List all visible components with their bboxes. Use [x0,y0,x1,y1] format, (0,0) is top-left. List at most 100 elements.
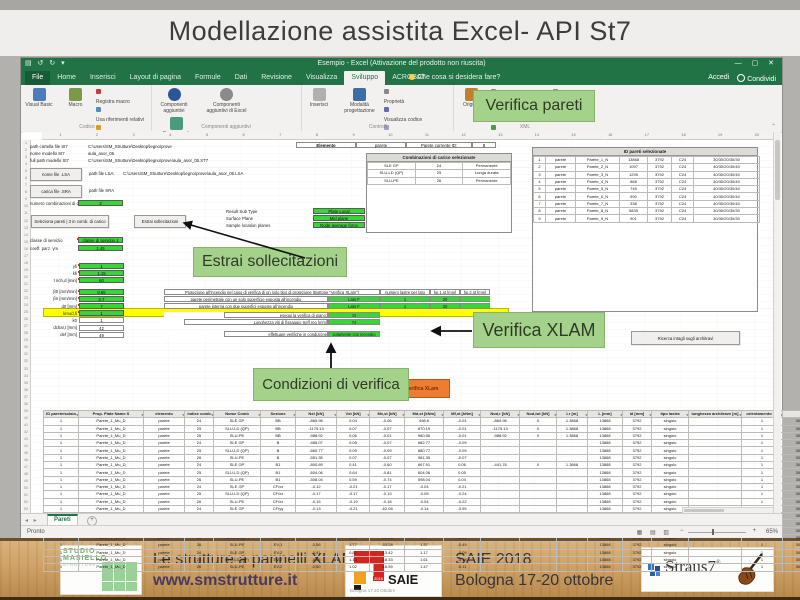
column-header[interactable]: 5 [189,132,226,139]
cell[interactable]: -0.41 [296,549,337,556]
cell[interactable]: 3792 [623,418,652,425]
cell[interactable]: -1175.13 [296,425,337,432]
cell[interactable]: Parete_1_Mu_D [79,454,144,461]
cell[interactable]: 30/30/20/30/30 [783,505,800,512]
cell[interactable]: parete [546,186,576,193]
cell[interactable]: 13868 [588,491,623,498]
cell[interactable]: 3792 [623,454,652,461]
cell[interactable]: 40/30/20/30/40 [694,193,760,200]
cell[interactable]: 3 [534,171,546,178]
cell[interactable]: parete [144,447,185,454]
cell[interactable]: -0.04 [405,498,444,505]
cell[interactable]: Parete_1_N [576,157,620,164]
cell[interactable]: Parete_1_Mu_D [79,542,144,549]
cell[interactable]: 30/30/20/30/30 [783,440,800,447]
cell[interactable]: SLU-LD (QP) [214,469,261,476]
cell[interactable]: 13868 [588,469,623,476]
cell[interactable]: 13868 [588,432,623,439]
cell[interactable]: 0 [520,462,557,469]
cell[interactable]: Parete_1_Mu_D [79,498,144,505]
cell[interactable]: -0.21 [337,483,370,490]
ribbon-tab-file[interactable]: File [25,71,50,85]
cell[interactable] [520,549,557,556]
column-header[interactable]: Mf,st [kNm]▾ [444,411,481,418]
cell[interactable]: 30/30/20/30/30 [694,157,760,164]
cell[interactable]: 1.13 [337,556,370,563]
cell[interactable] [520,440,557,447]
cell[interactable] [520,498,557,505]
row-header[interactable]: 21 [22,281,30,288]
cell[interactable] [689,498,742,505]
cell[interactable]: 26 [185,432,214,439]
cell[interactable]: 1 [44,556,79,563]
cell[interactable]: 3792 [623,549,652,556]
cell[interactable] [557,542,588,549]
cell[interactable]: B1 [261,462,296,469]
cell[interactable]: 30/30/20/30/30 [694,208,760,215]
cell[interactable]: singolo [652,462,689,469]
cell[interactable]: 13868 [588,440,623,447]
column-header[interactable]: 6 [225,132,262,139]
cell[interactable]: Parete_1_Mu_D [79,505,144,512]
cell[interactable] [689,542,742,549]
cell[interactable]: 981.35 [405,454,444,461]
cell[interactable]: SLE GP [214,483,261,490]
cell[interactable]: 2 [534,164,546,171]
cell[interactable]: BB [261,425,296,432]
cell[interactable]: Parete_2_N [576,164,620,171]
cell[interactable]: singolo [652,454,689,461]
column-header[interactable]: ID parete/solaio▾ [44,411,79,418]
cell[interactable]: parete [546,208,576,215]
row-header[interactable]: 44 [22,443,30,450]
fire-param-cell[interactable]: 42 [79,325,124,331]
cell[interactable]: 30/30/20/30/30 [783,498,800,505]
cell[interactable]: parete [546,193,576,200]
cell[interactable]: C24 [672,178,694,185]
cell[interactable]: SLE GP [368,163,416,170]
cell[interactable]: 3792 [623,425,652,432]
cell[interactable]: 745 [620,186,648,193]
cell[interactable]: -0.01 [444,425,481,432]
cell[interactable]: C24 [672,164,694,171]
cell[interactable]: -0.07 [370,440,405,447]
cell[interactable]: -0.18 [370,498,405,505]
hp2-cell[interactable] [460,303,490,309]
cell[interactable]: 24 [185,462,214,469]
cell[interactable]: 13868 [620,157,648,164]
macro-button[interactable]: Macro [60,88,90,109]
column-header[interactable]: tipo lastra▾ [652,411,689,418]
cell[interactable]: 13868 [588,564,623,571]
cell[interactable] [689,476,742,483]
cell[interactable]: 30/30/20/30/30 [694,215,760,222]
cell[interactable]: C24 [672,157,694,164]
column-header[interactable]: 16 [592,132,629,139]
column-header[interactable]: 9 [335,132,372,139]
result-value-cell[interactable]: Node average force [313,222,365,228]
cell[interactable]: Parete_1_Mu_D [79,556,144,563]
cell[interactable]: 880.77 [405,447,444,454]
cell[interactable]: SLE GP [214,462,261,469]
row-header[interactable]: 41 [22,422,30,429]
cell[interactable]: Parete_1_Mu_D [79,462,144,469]
componenti-aggiuntivi-button[interactable]: Componenti aggiuntivi [152,88,196,114]
cell[interactable]: 0.06 [444,462,481,469]
row-header[interactable]: 11 [22,210,30,217]
cell[interactable]: Parete_1_Mu_D [79,432,144,439]
cell[interactable]: 1 [44,469,79,476]
cell[interactable]: 40/30/20/30/40 [694,178,760,185]
cell[interactable]: parete [144,476,185,483]
cell[interactable]: SLE GP [214,549,261,556]
row-header[interactable]: 34 [22,373,30,380]
cell[interactable]: -508.04 [296,476,337,483]
cell[interactable]: -0.21 [444,483,481,490]
classe-servizio-cell[interactable]: classe di servizio 1 [78,237,123,243]
cell[interactable]: 13868 [588,556,623,563]
column-header[interactable]: Nod,tot [kN]▾ [520,411,557,418]
cell[interactable]: 1 [44,491,79,498]
cell[interactable]: 3792 [623,432,652,439]
zoom-percentage[interactable]: 65% [766,529,778,535]
result-value-cell[interactable]: Plate Local [313,208,365,214]
cell[interactable]: parete [144,564,185,571]
cell[interactable]: Parete_1_Mu_D [79,491,144,498]
inserisci-controllo-button[interactable]: Inserisci [304,88,334,109]
